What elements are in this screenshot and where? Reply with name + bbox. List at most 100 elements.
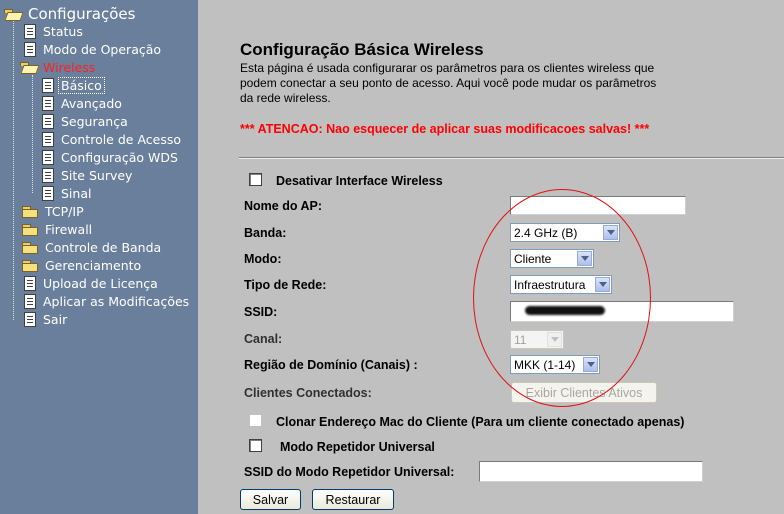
sidebar-item-controle-banda[interactable]: Controle de Banda [22, 238, 163, 256]
sidebar-item-sair[interactable]: Sair [24, 310, 69, 328]
sidebar-root-label: Configurações [28, 5, 136, 23]
connected-clients-label: Clientes Conectados: [244, 386, 372, 400]
sidebar-item-label: Básico [58, 76, 105, 94]
sidebar-item-label: Wireless [43, 59, 96, 75]
sidebar-item-label: Aplicar as Modificações [43, 293, 190, 309]
sidebar-item-modo-operacao[interactable]: Modo de Operação [24, 40, 163, 58]
universal-repeater-checkbox[interactable] [249, 439, 262, 452]
chevron-down-icon [577, 251, 592, 266]
ap-name-label: Nome do AP: [244, 199, 323, 213]
domain-region-select[interactable]: MKK (1-14) [510, 355, 600, 374]
network-type-select[interactable]: Infraestrutura [510, 275, 612, 294]
document-icon [24, 311, 36, 327]
document-icon [24, 23, 36, 39]
document-icon [42, 95, 54, 111]
sidebar-item-label: Controle de Acesso [61, 131, 182, 147]
ap-name-input[interactable] [510, 196, 686, 215]
sidebar-nav: Configurações Status Modo de Operação Wi… [0, 0, 198, 514]
channel-label: Canal: [244, 332, 283, 346]
disable-wireless-label: Desativar Interface Wireless [276, 174, 443, 188]
repeater-ssid-label: SSID do Modo Repetidor Universal: [244, 465, 455, 479]
document-icon [42, 77, 54, 93]
sidebar-item-label: TCP/IP [45, 203, 84, 219]
sidebar-item-aplicar-modificacoes[interactable]: Aplicar as Modificações [24, 292, 191, 310]
clone-mac-checkbox[interactable] [249, 414, 262, 427]
chevron-down-icon [595, 277, 610, 292]
document-icon [42, 131, 54, 147]
sidebar-item-label: Upload de Licença [43, 275, 158, 291]
red-annotation-circle [473, 189, 651, 407]
sidebar-item-label: Site Survey [61, 167, 133, 183]
disable-wireless-checkbox[interactable] [249, 173, 262, 186]
ssid-input[interactable] [510, 301, 734, 322]
channel-select[interactable]: 11 [510, 330, 564, 349]
network-type-select-value: Infraestrutura [514, 277, 586, 292]
sidebar-item-label: Firewall [45, 221, 93, 237]
page-description: Esta página é usada configurarar os parâ… [240, 61, 657, 105]
document-icon [24, 41, 36, 57]
folder-open-icon [4, 8, 20, 20]
ssid-label: SSID: [244, 305, 278, 319]
channel-select-value: 11 [514, 332, 527, 347]
sidebar-item-seguranca[interactable]: Segurança [42, 112, 130, 130]
sidebar-item-firewall[interactable]: Firewall [22, 220, 94, 238]
sidebar-item-label: Avançado [61, 95, 122, 111]
sidebar-item-avancado[interactable]: Avançado [42, 94, 124, 112]
sidebar-item-controle-acesso[interactable]: Controle de Acesso [42, 130, 183, 148]
folder-icon [22, 205, 38, 218]
sidebar-item-label: Modo de Operação [43, 41, 162, 57]
sidebar-item-label: Status [43, 23, 83, 39]
show-active-clients-button[interactable]: Exibir Clientes Ativos [511, 382, 657, 403]
chevron-down-icon [583, 357, 598, 372]
domain-region-label: Região de Domínio (Canais) : [244, 358, 418, 372]
chevron-down-icon [547, 332, 562, 347]
folder-icon [22, 241, 38, 254]
mode-label: Modo: [244, 252, 282, 266]
mode-select-value: Cliente [514, 251, 552, 266]
network-type-label: Tipo de Rede: [244, 278, 327, 292]
document-icon [24, 275, 36, 291]
chevron-down-icon [603, 225, 618, 240]
sidebar-item-label: Sair [43, 311, 68, 327]
main-content: Configuração Básica Wireless Esta página… [198, 0, 784, 514]
document-icon [42, 185, 54, 201]
sidebar-item-label: Segurança [61, 113, 128, 129]
sidebar-item-gerenciamento[interactable]: Gerenciamento [22, 256, 143, 274]
sidebar-item-label: Sinal [61, 185, 92, 201]
sidebar-item-basico[interactable]: Básico [42, 76, 105, 94]
sidebar-item-status[interactable]: Status [24, 22, 85, 40]
folder-open-icon [20, 61, 36, 73]
warning-message: *** ATENCAO: Nao esquecer de aplicar sua… [240, 122, 650, 136]
band-label: Banda: [244, 226, 287, 240]
sidebar-item-sinal[interactable]: Sinal [42, 184, 93, 202]
sidebar-item-wireless[interactable]: Wireless [20, 58, 97, 76]
document-icon [42, 149, 54, 165]
sidebar-item-site-survey[interactable]: Site Survey [42, 166, 134, 184]
save-button[interactable]: Salvar [240, 489, 301, 510]
sidebar-root-configuracoes[interactable]: Configurações [4, 5, 137, 23]
document-icon [42, 113, 54, 129]
band-select[interactable]: 2.4 GHz (B) [510, 223, 620, 242]
sidebar-item-configuracao-wds[interactable]: Configuração WDS [42, 148, 180, 166]
sidebar-item-label: Configuração WDS [61, 149, 178, 165]
sidebar-item-label: Gerenciamento [45, 257, 142, 273]
document-icon [24, 293, 36, 309]
repeater-ssid-input[interactable] [479, 461, 703, 482]
sidebar-item-tcp-ip[interactable]: TCP/IP [22, 202, 86, 220]
tree-line [13, 20, 14, 320]
sidebar-item-label: Controle de Banda [45, 239, 162, 255]
mode-select[interactable]: Cliente [510, 249, 594, 268]
folder-icon [22, 223, 38, 236]
page-title: Configuração Básica Wireless [240, 40, 484, 59]
divider [239, 157, 784, 159]
universal-repeater-label: Modo Repetidor Universal [280, 440, 435, 454]
clone-mac-label: Clonar Endereço Mac do Cliente (Para um … [276, 415, 685, 429]
reset-button[interactable]: Restaurar [312, 489, 394, 510]
sidebar-item-upload-licenca[interactable]: Upload de Licença [24, 274, 160, 292]
ssid-redacted-value [525, 306, 605, 315]
tree-line [32, 75, 33, 193]
band-select-value: 2.4 GHz (B) [514, 225, 578, 240]
folder-icon [22, 259, 38, 272]
domain-region-select-value: MKK (1-14) [514, 357, 576, 372]
document-icon [42, 167, 54, 183]
